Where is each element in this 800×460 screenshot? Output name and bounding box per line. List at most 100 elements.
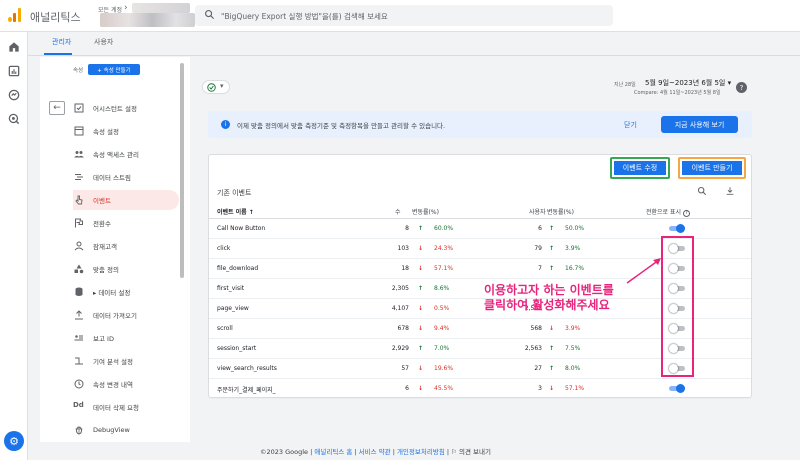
users-change-cell: 16.7% xyxy=(565,265,585,272)
nav-item-label: 기여 분석 설정 xyxy=(93,358,134,366)
nav-item-audiences[interactable]: 잠재고객 xyxy=(73,236,173,256)
create-event-highlight: 이벤트 만들기 xyxy=(678,157,746,179)
nav-item-setup-assistant[interactable]: 어시스턴트 설정 xyxy=(73,98,173,118)
info-icon: i xyxy=(221,120,230,129)
create-property-button[interactable]: + 속성 만들기 xyxy=(88,64,140,75)
count-change-cell: 7.0% xyxy=(434,345,450,352)
try-now-button[interactable]: 지금 사용해 보기 xyxy=(661,116,738,133)
help-circle-icon[interactable]: ? xyxy=(682,210,690,217)
app-title[interactable]: 애널리틱스 xyxy=(30,9,81,25)
status-dropdown[interactable]: ▾ xyxy=(202,80,230,94)
banner-close-button[interactable]: 닫기 xyxy=(624,120,637,130)
nav-item-data-deletion[interactable]: Dd 데이터 삭제 요청 xyxy=(73,397,173,417)
left-rail xyxy=(0,32,28,460)
property-label: 속성 xyxy=(73,68,84,74)
nav-item-label: 속성 설정 xyxy=(93,128,119,136)
nav-scrollbar[interactable] xyxy=(180,63,184,278)
nav-item-events[interactable]: 이벤트 xyxy=(73,190,179,210)
nav-item-conversions[interactable]: 전환수 xyxy=(73,213,173,233)
event-name-cell: page_view xyxy=(217,305,249,312)
event-count-cell: 57 xyxy=(401,365,409,372)
search-icon[interactable] xyxy=(697,186,707,196)
nav-item-label: DebugView xyxy=(93,426,130,434)
redacted-account-name xyxy=(132,3,190,13)
arrow-up-icon: ↑ xyxy=(549,265,555,272)
analytics-logo-icon[interactable] xyxy=(8,8,22,22)
event-count-cell: 6 xyxy=(405,385,409,392)
dd-icon: Dd xyxy=(73,401,84,409)
help-icon[interactable]: ? xyxy=(736,82,747,93)
reports-icon[interactable] xyxy=(7,64,21,78)
search-icon xyxy=(205,10,215,20)
users-cell: 79 xyxy=(534,245,542,252)
conversion-toggle[interactable] xyxy=(669,224,685,233)
header-count-change[interactable]: 변동률(%) xyxy=(412,207,439,216)
nav-item-change-history[interactable]: 속성 변경 내역 xyxy=(73,374,173,394)
search-bar[interactable]: "BigQuery Export 실행 방법"을(를) 검색해 보세요 xyxy=(195,5,613,26)
feedback-link[interactable]: 의견 보내기 xyxy=(459,448,491,456)
conversion-toggle[interactable] xyxy=(669,384,685,393)
explore-icon[interactable] xyxy=(7,88,21,102)
nav-item-debugview[interactable]: DebugView xyxy=(73,420,173,440)
footer-link-analytics-home[interactable]: 애널리틱스 홈 xyxy=(314,448,352,456)
header-event-name[interactable]: 이벤트 이름 ↑ xyxy=(217,207,254,216)
check-circle-icon xyxy=(207,83,216,92)
nav-item-data-import[interactable]: 데이터 가져오기 xyxy=(73,305,173,325)
edit-event-highlight: 이벤트 수정 xyxy=(610,157,670,179)
header-users[interactable]: 사용자 xyxy=(529,207,546,216)
arrow-up-icon: ↑ xyxy=(549,245,555,252)
users-change-cell: 7.5% xyxy=(565,345,581,352)
home-icon[interactable] xyxy=(7,40,21,54)
tab-admin[interactable]: 관리자 xyxy=(52,37,71,47)
identity-icon xyxy=(73,332,85,344)
nav-item-custom-definitions[interactable]: 맞춤 정의 xyxy=(73,259,173,279)
event-name-cell: first_visit xyxy=(217,285,245,292)
arrow-down-icon: ↓ xyxy=(549,325,555,332)
back-arrow-icon[interactable]: ← xyxy=(49,101,65,115)
nav-item-label: 이벤트 xyxy=(93,197,111,205)
arrow-down-icon: ↓ xyxy=(418,265,424,272)
arrow-up-icon: ↑ xyxy=(418,285,424,292)
nav-item-reporting-identity[interactable]: 보고 ID xyxy=(73,328,173,348)
date-range-picker[interactable]: 5월 9일~2023년 6월 5일 ▾ xyxy=(645,78,731,88)
nav-item-property-settings[interactable]: 속성 설정 xyxy=(73,121,173,141)
attribution-icon xyxy=(73,355,85,367)
event-name-cell: Call Now Button xyxy=(217,225,266,232)
footer-link-terms[interactable]: 서비스 약관 xyxy=(359,448,391,456)
top-bar: 애널리틱스 모든 계정 › "BigQuery Export 실행 방법"을(를… xyxy=(0,0,800,32)
nav-item-data-streams[interactable]: 데이터 스트림 xyxy=(73,167,173,187)
users-cell: 6 xyxy=(538,225,542,232)
info-banner: i 이제 맞춤 정의에서 맞춤 측정기준 및 측정항목을 만들고 관리할 수 있… xyxy=(208,111,752,138)
edit-event-button[interactable]: 이벤트 수정 xyxy=(614,161,666,175)
event-count-cell: 2,305 xyxy=(391,285,409,292)
search-input[interactable]: "BigQuery Export 실행 방법"을(를) 검색해 보세요 xyxy=(221,11,388,22)
header-count[interactable]: 수 xyxy=(395,207,401,216)
users-change-cell: 8.0% xyxy=(565,365,581,372)
arrow-up-icon: ↑ xyxy=(418,225,424,232)
banner-text: 이제 맞춤 정의에서 맞춤 측정기준 및 측정항목을 만들고 관리할 수 있습니… xyxy=(237,122,446,130)
admin-gear-icon[interactable]: ⚙ xyxy=(4,431,24,451)
nav-item-label: 속성 변경 내역 xyxy=(93,381,134,389)
event-count-cell: 103 xyxy=(397,245,409,252)
date-range-text: 5월 9일~2023년 6월 5일 xyxy=(645,79,726,87)
arrow-down-icon: ↓ xyxy=(549,385,555,392)
tab-user[interactable]: 사용자 xyxy=(94,37,113,47)
users-cell: 2,563 xyxy=(524,345,542,352)
shapes-icon xyxy=(73,263,85,275)
redacted-property-name[interactable] xyxy=(100,13,195,27)
header-users-change[interactable]: 변동률(%) xyxy=(547,207,574,216)
table-row: 주문하기_결제_페이지_ 6 ↓ 45.5% 3 ↓ 57.1% xyxy=(209,379,751,399)
nav-item-data-settings[interactable]: ▸ 데이터 설정 xyxy=(73,282,173,302)
nav-item-label: 데이터 가져오기 xyxy=(93,312,137,320)
nav-item-access-management[interactable]: 속성 액세스 관리 xyxy=(73,144,173,164)
create-event-button[interactable]: 이벤트 만들기 xyxy=(682,161,742,175)
nav-item-label: 데이터 스트림 xyxy=(93,174,131,182)
arrow-down-icon: ↓ xyxy=(418,385,424,392)
download-icon[interactable] xyxy=(725,186,735,196)
nav-item-attribution-settings[interactable]: 기여 분석 설정 xyxy=(73,351,173,371)
nav-item-label: 맞춤 정의 xyxy=(93,266,119,274)
advertising-icon[interactable] xyxy=(7,112,21,126)
footer-link-privacy[interactable]: 개인정보처리방침 xyxy=(397,448,445,456)
caret-down-icon: ▾ xyxy=(727,79,732,87)
users-change-cell: 3.9% xyxy=(565,245,581,252)
